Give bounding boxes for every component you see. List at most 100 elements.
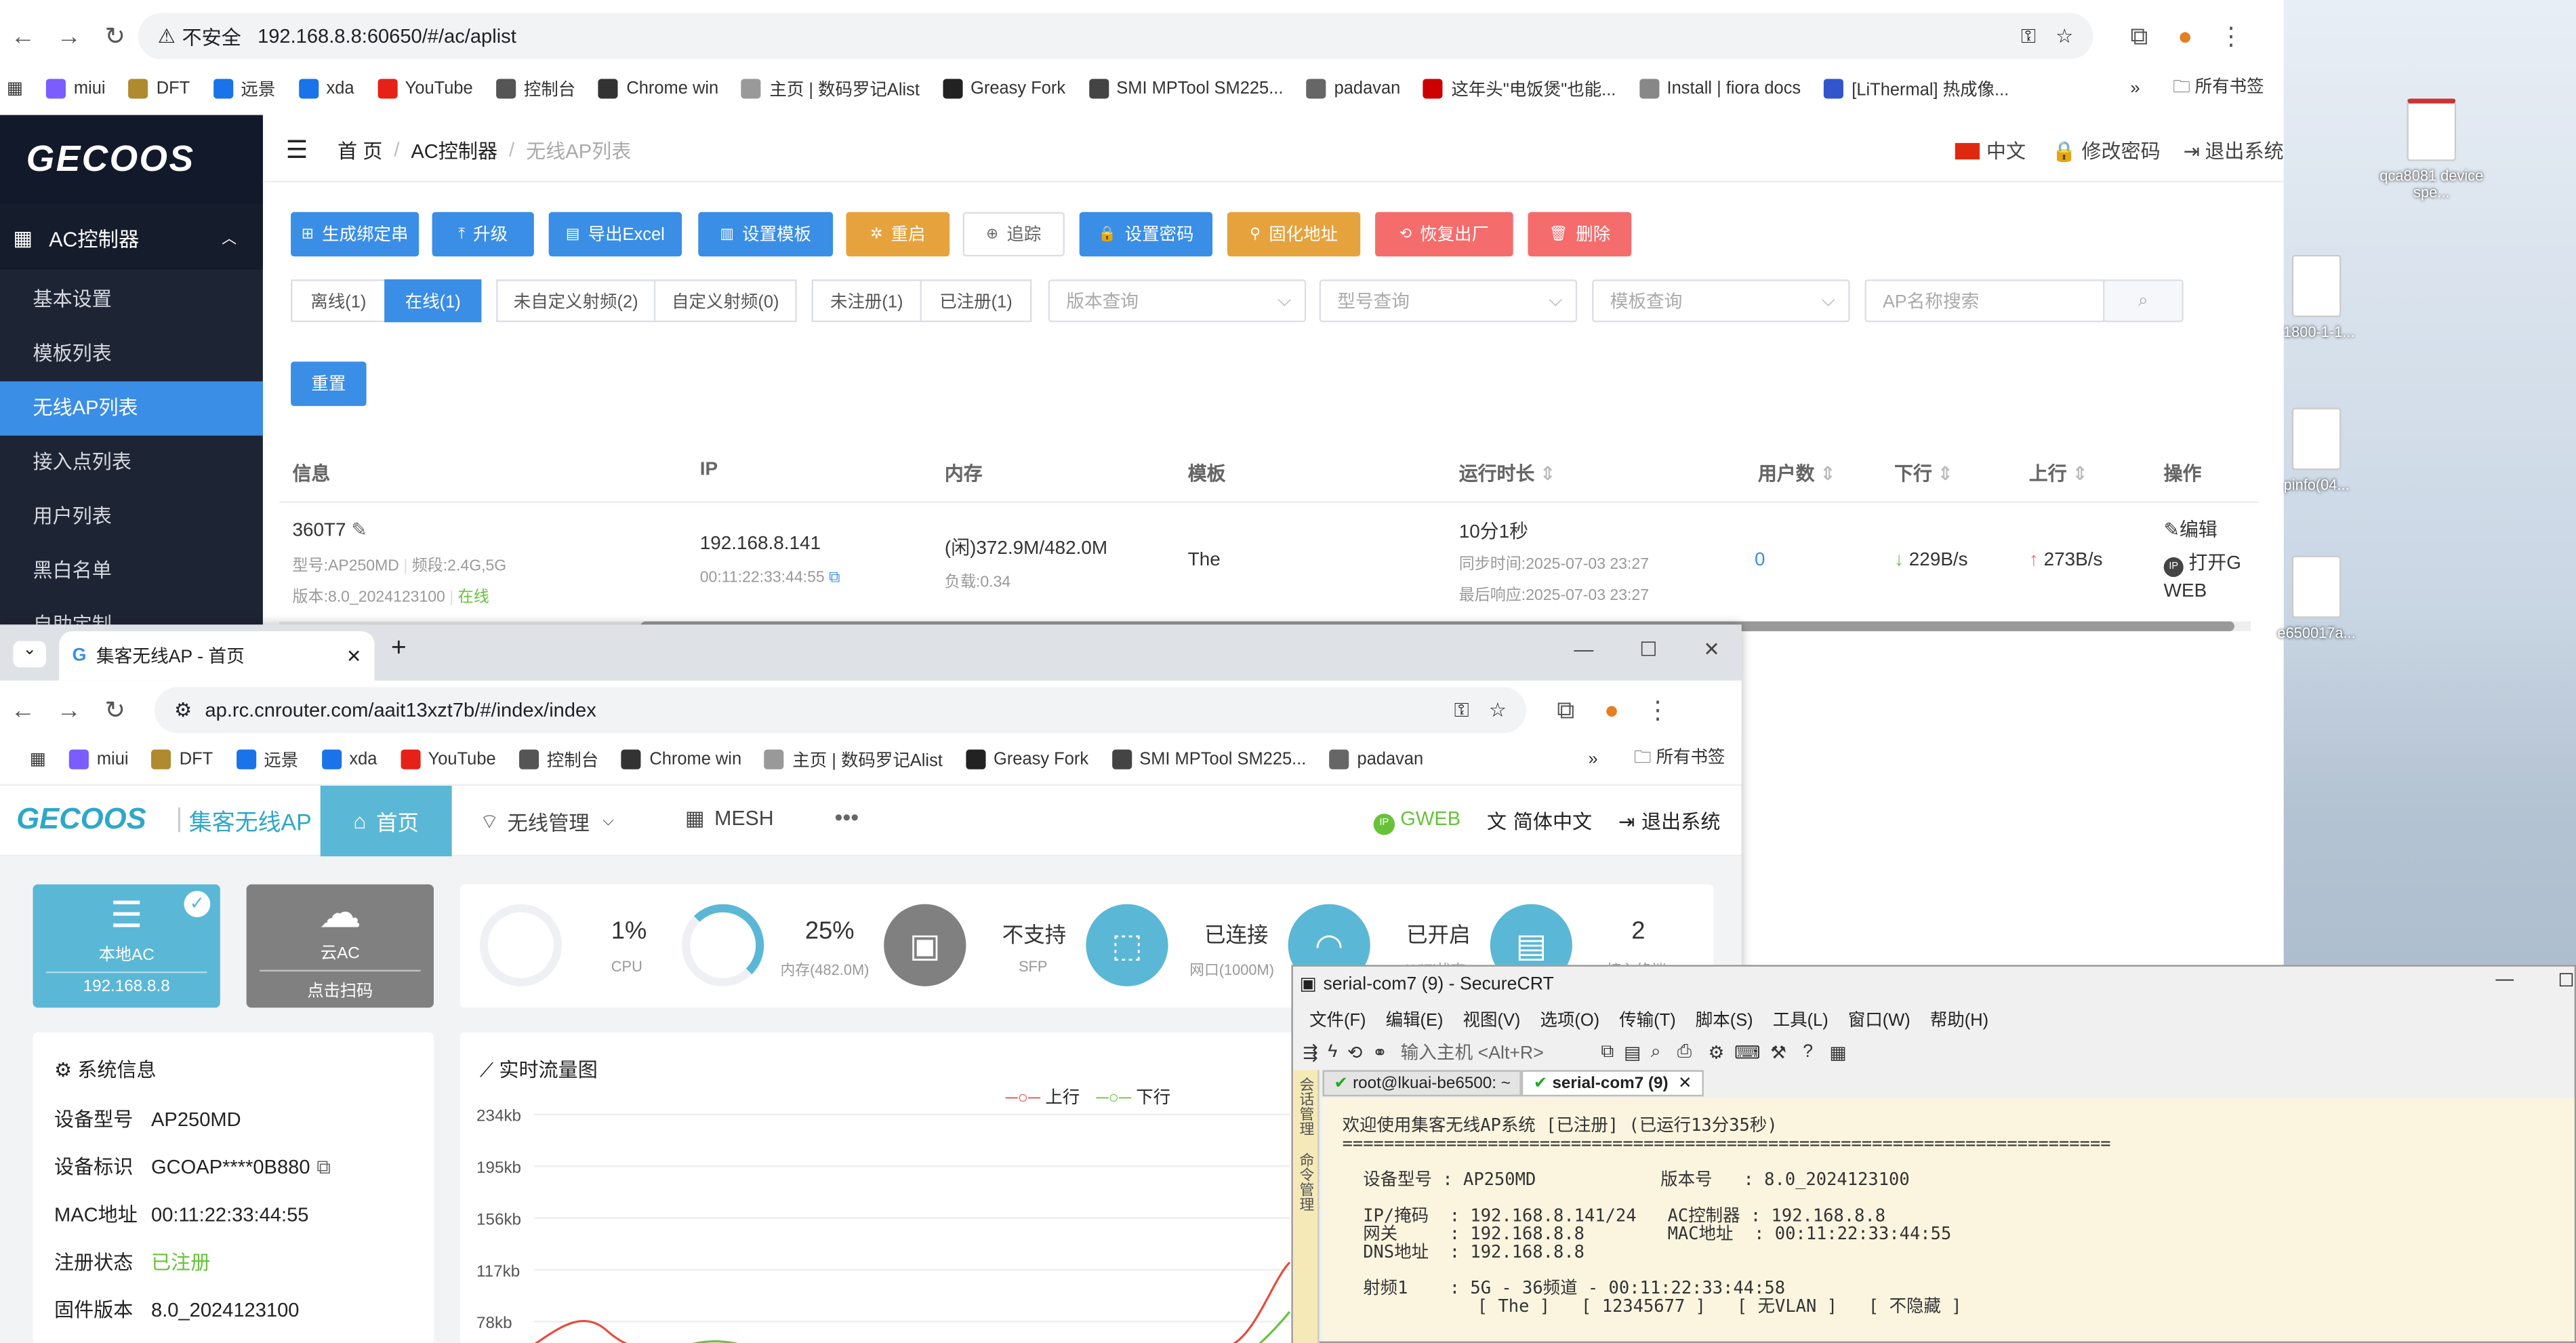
col-up[interactable]: 上行 ⇕	[2029, 460, 2088, 487]
filter-unregistered[interactable]: 未注册(1)	[811, 279, 922, 323]
bookmark-item[interactable]: Chrome win	[621, 747, 741, 771]
session-manager-tab[interactable]: 会话管理	[1296, 1077, 1318, 1136]
logout-button[interactable]: 退出系统	[1641, 807, 1720, 835]
bookmark-item[interactable]: 控制台	[495, 77, 575, 101]
bookmark-item[interactable]: DFT	[128, 77, 190, 101]
menu-item[interactable]: 用户列表	[0, 490, 263, 544]
reload-icon[interactable]: ↻	[92, 696, 138, 725]
extensions-icon[interactable]: ⧉	[1542, 696, 1589, 724]
bookmark-item[interactable]: Chrome win	[598, 77, 718, 101]
more-icon[interactable]: •••	[834, 804, 859, 830]
url-bar[interactable]: ⚙ ap.rc.cnrouter.com/aait13xzt7b/#/index…	[154, 687, 1527, 734]
template-select[interactable]: 模板查询 ⌵	[1592, 279, 1850, 323]
nav-home[interactable]: ⌂ 首页	[320, 786, 452, 857]
key-icon[interactable]: ⚿	[1454, 698, 1469, 722]
bookmark-item[interactable]: 这年头"电饭煲"也能...	[1423, 77, 1616, 101]
reconnect-icon[interactable]: ⟲	[1347, 1041, 1362, 1062]
apps-icon[interactable]: ▦	[7, 79, 23, 98]
host-input[interactable]: 输入主机 <Alt+R>	[1401, 1039, 1601, 1065]
print-icon[interactable]: ⎙	[1677, 1041, 1692, 1063]
tab-ssh[interactable]: ✔ root@lkuai-be6500: ~	[1322, 1070, 1522, 1097]
back-icon[interactable]: ←	[0, 696, 46, 724]
apps-icon[interactable]: ▦	[30, 750, 46, 769]
settings-icon[interactable]: ⚙	[1709, 1041, 1725, 1062]
menu-icon[interactable]: ⋮	[1635, 696, 1681, 725]
gweb-link[interactable]: IP GWEB	[1373, 807, 1460, 835]
help-icon[interactable]: ?	[1803, 1042, 1813, 1062]
paste-icon[interactable]: ▤	[1624, 1041, 1641, 1062]
bookmark-item[interactable]: Greasy Fork	[965, 747, 1088, 771]
profile-icon[interactable]: ●	[1589, 696, 1635, 724]
star-icon[interactable]: ☆	[2056, 24, 2073, 47]
crt-menu-item[interactable]: 脚本(S)	[1696, 1007, 1753, 1032]
bookmark-item[interactable]: padavan	[1329, 747, 1423, 771]
close-window-icon[interactable]: ✕	[1703, 638, 1719, 661]
terminal-output[interactable]: 欢迎使用集客无线AP系统 [已注册] (已运行13分35秒) =========…	[1322, 1098, 2575, 1342]
maximize-icon[interactable]: ☐	[2558, 970, 2574, 991]
filter-default-rf[interactable]: 未自定义射频(2)	[496, 279, 656, 323]
bookmark-item[interactable]: miui	[68, 747, 129, 771]
maximize-icon[interactable]: ☐	[1639, 638, 1657, 661]
crt-menu-item[interactable]: 文件(F)	[1309, 1007, 1366, 1032]
language-button[interactable]: 简体中文	[1513, 807, 1592, 835]
key-icon[interactable]: ⚿	[2021, 24, 2036, 48]
new-tab-icon[interactable]: +	[391, 635, 407, 664]
delete-button[interactable]: 🗑 删除	[1528, 212, 1632, 257]
reboot-button[interactable]: ✲ 重启	[846, 212, 950, 257]
bookmark-item[interactable]: xda	[298, 77, 354, 101]
bookmark-item[interactable]: DFT	[151, 747, 213, 771]
crt-menu-item[interactable]: 选项(O)	[1540, 1007, 1599, 1032]
bookmark-item[interactable]: Install | fiora docs	[1639, 77, 1801, 101]
star-icon[interactable]: ☆	[1489, 698, 1507, 721]
forward-icon[interactable]: →	[46, 22, 92, 50]
hamburger-icon[interactable]: ☰	[286, 135, 308, 164]
bookmark-item[interactable]: 主页 | 数码罗记Alist	[764, 747, 943, 771]
bind-string-button[interactable]: ⊞ 生成绑定串	[291, 212, 420, 257]
menu-icon[interactable]: ⋮	[2208, 22, 2254, 51]
version-select[interactable]: 版本查询 ⌵	[1048, 279, 1307, 323]
forward-icon[interactable]: →	[46, 696, 92, 724]
web-label[interactable]: WEB	[2164, 582, 2207, 601]
crt-menu-item[interactable]: 帮助(H)	[1930, 1007, 1988, 1032]
bookmark-item[interactable]: padavan	[1306, 77, 1400, 101]
crt-menu-item[interactable]: 传输(T)	[1619, 1007, 1675, 1032]
bookmark-item[interactable]: 控制台	[518, 747, 598, 771]
col-down[interactable]: 下行 ⇕	[1894, 460, 1953, 487]
bookmark-item[interactable]: xda	[321, 747, 377, 771]
menu-item[interactable]: 接入点列表	[0, 436, 263, 490]
back-icon[interactable]: ←	[0, 22, 46, 50]
menu-item[interactable]: 黑白名单	[0, 544, 263, 599]
filter-online[interactable]: 在线(1)	[384, 279, 482, 323]
find-icon[interactable]: ⌕	[1651, 1041, 1661, 1063]
set-password-button[interactable]: 🔒 设置密码	[1079, 212, 1213, 257]
breadcrumb-ac[interactable]: AC控制器	[411, 136, 497, 163]
change-password-button[interactable]: 修改密码	[2081, 136, 2160, 164]
crt-menu-item[interactable]: 视图(V)	[1463, 1007, 1521, 1032]
lightning-icon[interactable]: ϟ	[1328, 1042, 1337, 1062]
bookmarks-more-button[interactable]: »	[1589, 750, 1598, 769]
breadcrumb-home[interactable]: 首 页	[338, 136, 382, 163]
copy-icon[interactable]: ⧉	[829, 569, 840, 587]
site-info-icon[interactable]: ⚙	[174, 698, 192, 721]
bookmark-item[interactable]: miui	[45, 77, 106, 101]
bookmarks-more-button[interactable]: »	[2131, 79, 2140, 98]
ap-search-input[interactable]: AP名称搜索	[1864, 279, 2105, 323]
export-excel-button[interactable]: ▤ 导出Excel	[548, 212, 682, 257]
tab-ap-home[interactable]: G 集客无线AP - 首页 ✕	[59, 631, 375, 681]
factory-reset-button[interactable]: ⟲ 恢复出厂	[1375, 212, 1513, 257]
ap-users[interactable]: 0	[1755, 550, 1765, 570]
crt-menu-item[interactable]: 编辑(E)	[1386, 1007, 1444, 1032]
local-ac-card[interactable]: ☰ 本地AC 192.168.8.8 ✓	[33, 884, 220, 1008]
bookmark-item[interactable]: [LiThermal] 热成像...	[1824, 77, 2009, 101]
all-bookmarks[interactable]: 🗀 所有书签	[2173, 74, 2264, 104]
col-users[interactable]: 用户数 ⇕	[1758, 460, 1836, 487]
menu-item[interactable]: 基本设置	[0, 273, 263, 327]
close-icon[interactable]: ✕	[1678, 1075, 1692, 1093]
language-button[interactable]: 中文	[1986, 136, 2026, 164]
crt-menu-item[interactable]: 窗口(W)	[1848, 1007, 1910, 1032]
reload-icon[interactable]: ↻	[92, 22, 138, 51]
edit-icon[interactable]: ✎	[351, 521, 367, 541]
bookmark-item[interactable]: YouTube	[400, 747, 496, 771]
bookmark-item[interactable]: 远景	[213, 77, 275, 101]
nav-wireless[interactable]: ⌔ 无线管理 ⌵	[480, 805, 614, 837]
